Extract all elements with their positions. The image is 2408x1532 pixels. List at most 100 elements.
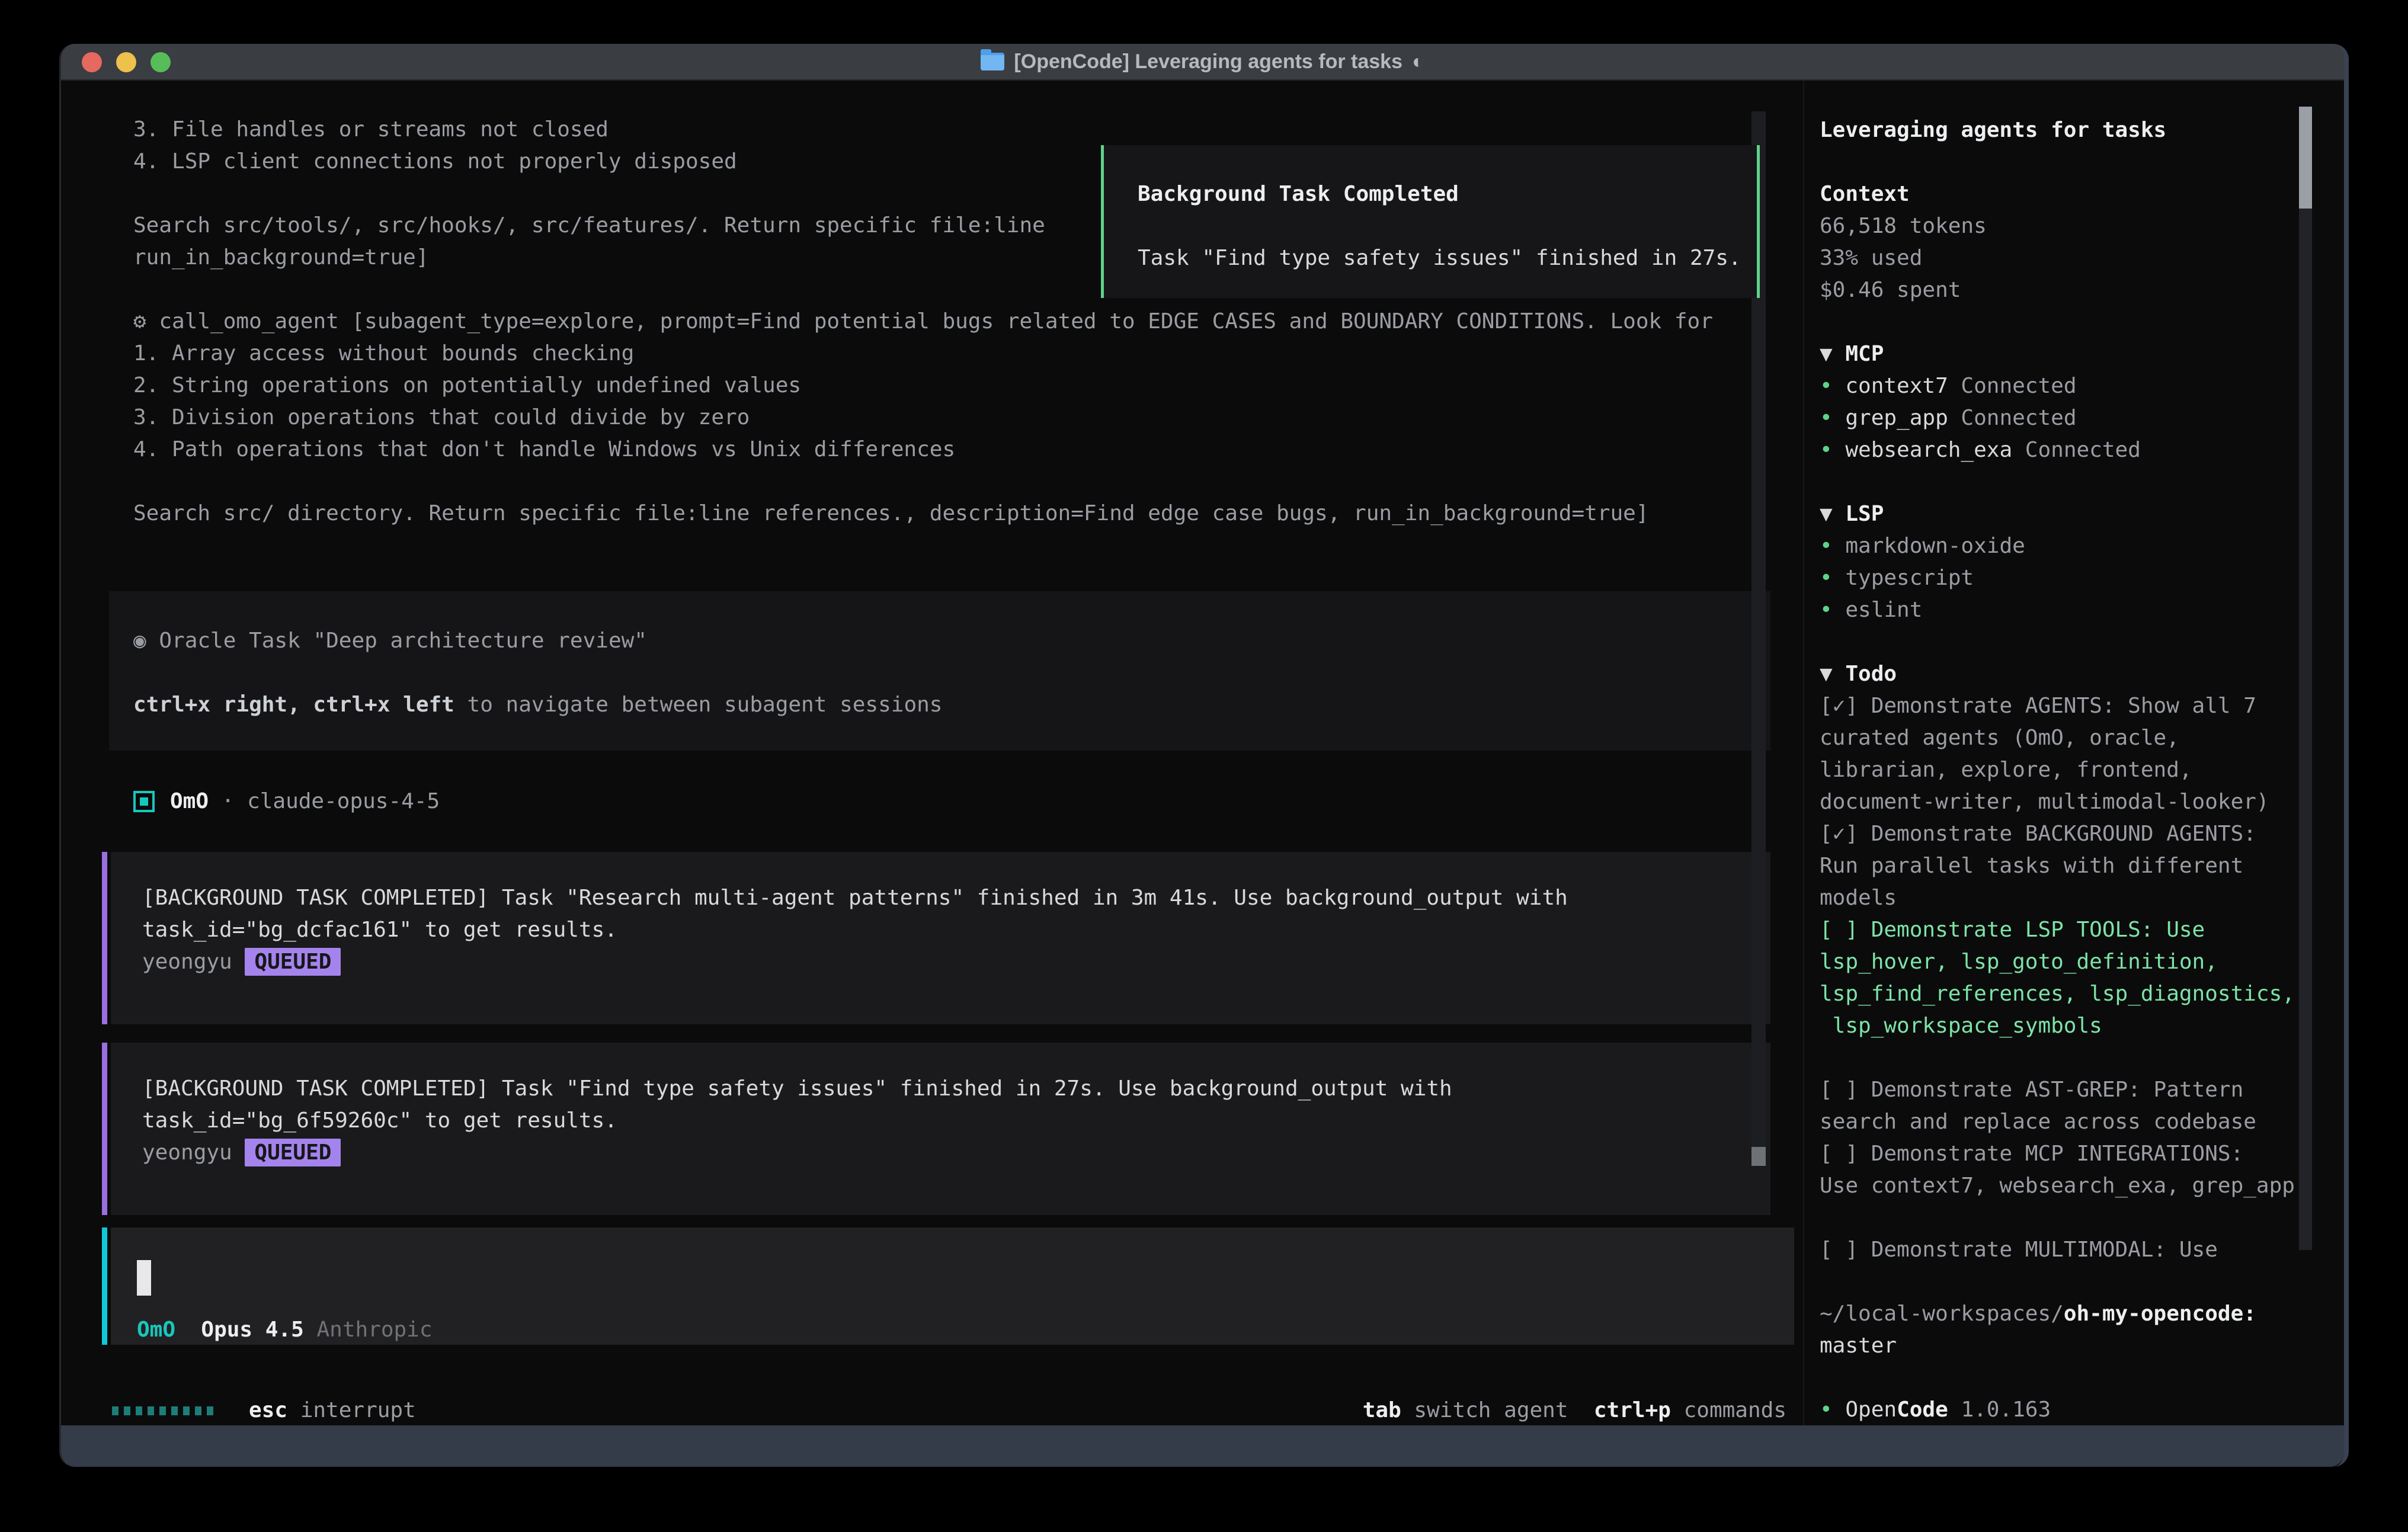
sidebar-line xyxy=(1820,466,2294,498)
sidebar-line: [ ] Demonstrate AST-GREP: Pattern xyxy=(1820,1074,2294,1106)
spinner-dot xyxy=(136,1406,142,1415)
sidebar-line xyxy=(1820,306,2294,338)
spinner-dot xyxy=(183,1406,190,1415)
sidebar-line: [ ] Demonstrate LSP TOOLS: Use xyxy=(1820,914,2294,946)
interrupt-hint: esc interrupt xyxy=(249,1395,416,1427)
opencode-terminal-window: [OpenCode] Leveraging agents for tasks ◐… xyxy=(59,44,2349,1467)
session-sidebar: Leveraging agents for tasks Context66,51… xyxy=(1820,114,2294,1426)
sidebar-line xyxy=(1820,1266,2294,1298)
sidebar-scrollbar-thumb[interactable] xyxy=(2299,107,2312,209)
minimize-button[interactable] xyxy=(116,52,136,72)
sidebar-line: [✓] Demonstrate BACKGROUND AGENTS: xyxy=(1820,818,2294,850)
toast-title: Background Task Completed xyxy=(1138,182,1459,206)
purple-accent-bar xyxy=(102,852,107,1024)
spinner-dots-icon xyxy=(112,1406,213,1415)
sidebar-line xyxy=(1820,1362,2294,1394)
sidebar-line: 66,518 tokens xyxy=(1820,210,2294,242)
sidebar-line: lsp_find_references, lsp_diagnostics, xyxy=(1820,978,2294,1010)
half-circle-icon: ◐ xyxy=(1412,50,1424,73)
sidebar-line: master xyxy=(1820,1330,2294,1362)
spinner-dot xyxy=(124,1406,130,1415)
toast-body: Task "Find type safety issues" finished … xyxy=(1138,246,1741,270)
sidebar-line: ~/local-workspaces/oh-my-opencode: xyxy=(1820,1298,2294,1330)
spinner-dot xyxy=(159,1406,166,1415)
sidebar-divider xyxy=(1803,81,1804,1425)
sidebar-line: lsp_hover, lsp_goto_definition, xyxy=(1820,946,2294,978)
purple-accent-bar xyxy=(102,1043,107,1215)
task-line: [BACKGROUND TASK COMPLETED] Task "Resear… xyxy=(142,882,1770,914)
task-line: yeongyu QUEUED xyxy=(142,946,1770,978)
spinner-dot xyxy=(195,1406,201,1415)
sidebar-line: ▼ LSP xyxy=(1820,498,2294,530)
sidebar-line xyxy=(1820,1042,2294,1074)
teal-accent-bar xyxy=(102,1227,107,1345)
task-box-1-body: [BACKGROUND TASK COMPLETED] Task "Find t… xyxy=(111,1043,1770,1215)
sidebar-line xyxy=(1820,1202,2294,1234)
sidebar-line: 33% used xyxy=(1820,242,2294,274)
sidebar-line: [ ] Demonstrate MCP INTEGRATIONS: xyxy=(1820,1138,2294,1170)
status-bar: esc interrupt tab switch agent ctrl+p co… xyxy=(112,1395,1786,1427)
spinner-dot xyxy=(148,1406,154,1415)
terminal-line: ⚙ call_omo_agent [subagent_type=explore,… xyxy=(133,306,1840,338)
sidebar-line: [✓] Demonstrate AGENTS: Show all 7 xyxy=(1820,690,2294,722)
sidebar-line: • OpenCode 1.0.163 xyxy=(1820,1394,2294,1426)
sidebar-line: librarian, explore, frontend, xyxy=(1820,754,2294,786)
terminal-scrollbar-thumb[interactable] xyxy=(1751,1147,1766,1166)
terminal-line: Search src/ directory. Return specific f… xyxy=(133,498,1840,530)
task-line: yeongyu QUEUED xyxy=(142,1137,1770,1169)
sidebar-line: • websearch_exa Connected xyxy=(1820,434,2294,466)
sidebar-line: $0.46 spent xyxy=(1820,274,2294,306)
terminal-line: 3. File handles or streams not closed xyxy=(133,114,1840,146)
background-task-message: [BACKGROUND TASK COMPLETED] Task "Resear… xyxy=(102,852,1770,1024)
terminal-line: 1. Array access without bounds checking xyxy=(133,338,1840,370)
text-cursor xyxy=(137,1260,151,1296)
sidebar-line: Context xyxy=(1820,178,2294,210)
model-indicator: OmO Opus 4.5 Anthropic xyxy=(137,1314,433,1346)
sidebar-line xyxy=(1820,626,2294,658)
spinner-dot xyxy=(171,1406,178,1415)
task-line: task_id="bg_dcfac161" to get results. xyxy=(142,914,1770,946)
spinner-dot xyxy=(112,1406,119,1415)
sidebar-line: • eslint xyxy=(1820,594,2294,626)
zoom-button[interactable] xyxy=(150,52,171,72)
oracle-task-hint: ctrl+x right, ctrl+x left to navigate be… xyxy=(133,689,942,721)
sidebar-line: curated agents (OmO, oracle, xyxy=(1820,722,2294,754)
oracle-task-title: ◉ Oracle Task "Deep architecture review" xyxy=(133,625,647,657)
omo-agent-icon xyxy=(133,791,155,812)
background-task-message: [BACKGROUND TASK COMPLETED] Task "Find t… xyxy=(102,1043,1770,1215)
sidebar-scrollbar[interactable] xyxy=(2299,107,2312,1250)
terminal-line: 4. Path operations that don't handle Win… xyxy=(133,434,1840,466)
background-task-toast: Background Task Completed Task "Find typ… xyxy=(1101,145,1760,298)
spinner-dot xyxy=(207,1406,213,1415)
sidebar-line: Leveraging agents for tasks xyxy=(1820,114,2294,146)
task-box-0-body: [BACKGROUND TASK COMPLETED] Task "Resear… xyxy=(111,852,1770,1024)
close-button[interactable] xyxy=(82,52,102,72)
sidebar-line: • grep_app Connected xyxy=(1820,402,2294,434)
sidebar-line: • context7 Connected xyxy=(1820,370,2294,402)
keybind-hints: tab switch agent ctrl+p commands xyxy=(1363,1395,1786,1427)
traffic-lights xyxy=(82,52,171,72)
sidebar-line: • typescript xyxy=(1820,562,2294,594)
terminal-line xyxy=(133,466,1840,498)
task-line: [BACKGROUND TASK COMPLETED] Task "Find t… xyxy=(142,1073,1770,1105)
prompt-input[interactable]: OmO Opus 4.5 Anthropic xyxy=(102,1227,1794,1345)
sidebar-line: • markdown-oxide xyxy=(1820,530,2294,562)
agent-header-label: OmO · claude-opus-4-5 xyxy=(170,786,440,818)
terminal-line: 2. String operations on potentially unde… xyxy=(133,370,1840,402)
sidebar-line: search and replace across codebase xyxy=(1820,1106,2294,1138)
sidebar-line: lsp_workspace_symbols xyxy=(1820,1010,2294,1042)
folder-icon xyxy=(981,53,1004,70)
window-title: [OpenCode] Leveraging agents for tasks xyxy=(1014,50,1402,73)
sidebar-line: [ ] Demonstrate MULTIMODAL: Use xyxy=(1820,1234,2294,1266)
sidebar-line: Run parallel tasks with different xyxy=(1820,850,2294,882)
sidebar-line xyxy=(1820,146,2294,178)
sidebar-line: models xyxy=(1820,882,2294,914)
agent-header: OmO · claude-opus-4-5 xyxy=(133,786,440,818)
window-footer-strip xyxy=(61,1425,2344,1467)
sidebar-line: ▼ MCP xyxy=(1820,338,2294,370)
task-line: task_id="bg_6f59260c" to get results. xyxy=(142,1105,1770,1137)
sidebar-line: Use context7, websearch_exa, grep_app xyxy=(1820,1170,2294,1202)
sidebar-line: ▼ Todo xyxy=(1820,658,2294,690)
sidebar-line: document-writer, multimodal-looker) xyxy=(1820,786,2294,818)
oracle-task-panel: ◉ Oracle Task "Deep architecture review"… xyxy=(109,591,1770,751)
